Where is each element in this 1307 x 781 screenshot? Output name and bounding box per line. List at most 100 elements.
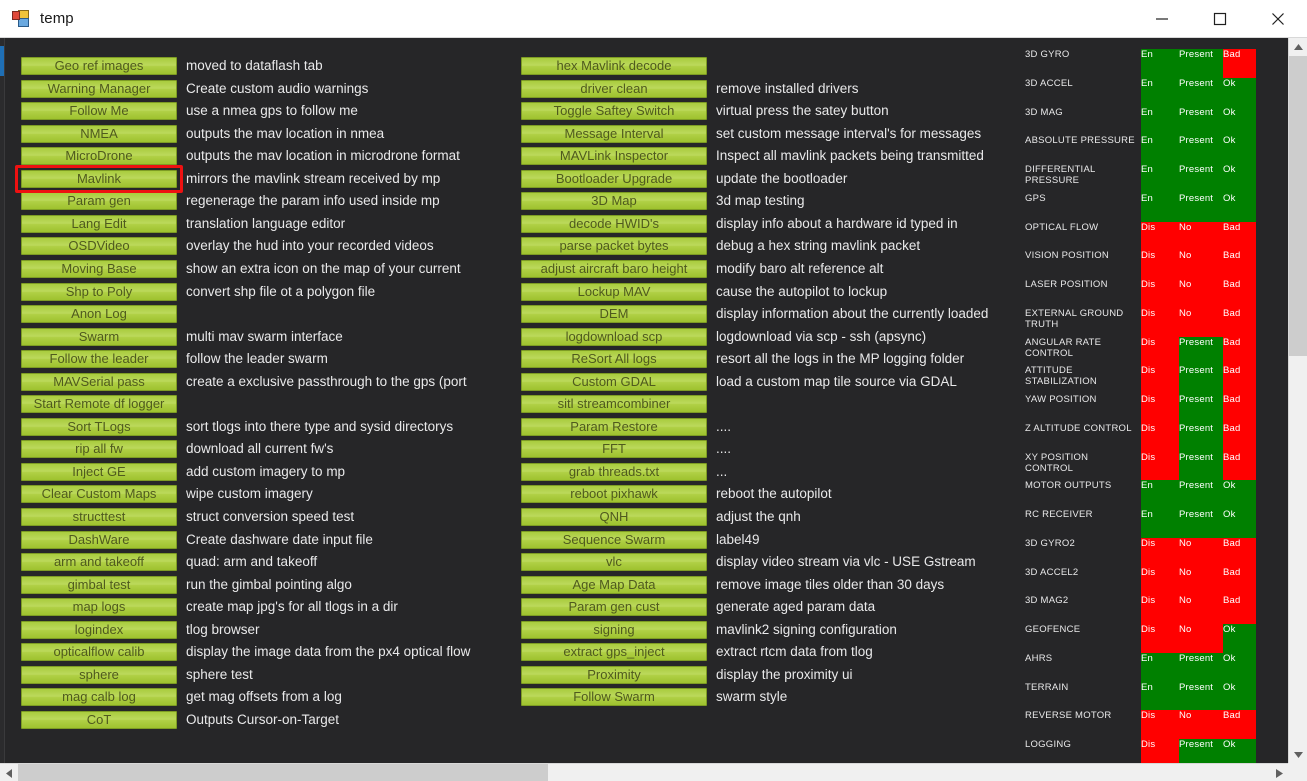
sensor-name: ABSOLUTE PRESSURE — [1025, 135, 1135, 147]
tool-button[interactable]: Shp to Poly — [21, 282, 177, 301]
tool-description: resort all the logs in the MP logging fo… — [716, 351, 965, 367]
tool-button[interactable]: ReSort All logs — [521, 350, 707, 369]
tool-button[interactable]: DEM — [521, 305, 707, 324]
tool-button[interactable]: Lockup MAV — [521, 282, 707, 301]
tool-button[interactable]: extract gps_inject — [521, 643, 707, 662]
tool-button[interactable]: Param Restore — [521, 417, 707, 436]
tool-button[interactable]: gimbal test — [21, 575, 177, 594]
tool-button[interactable]: Geo ref images — [21, 57, 177, 75]
maximize-button[interactable] — [1191, 0, 1249, 37]
tool-button[interactable]: arm and takeoff — [21, 553, 177, 572]
tool-button[interactable]: opticalflow calib — [21, 643, 177, 662]
tool-button[interactable]: DashWare — [21, 530, 177, 549]
tool-button[interactable]: MAVLink Inspector — [521, 147, 707, 166]
vertical-scroll-thumb[interactable] — [1289, 56, 1307, 356]
sensor-enabled-cell: Dis — [1141, 451, 1179, 481]
tool-button[interactable]: structtest — [21, 508, 177, 526]
tool-button[interactable]: Follow the leader — [21, 350, 177, 369]
sensor-present-cell: No — [1179, 710, 1223, 740]
tool-button[interactable]: driver clean — [521, 79, 707, 98]
tool-button[interactable]: Param gen — [21, 192, 177, 211]
tool-button[interactable]: reboot pixhawk — [521, 485, 707, 504]
tool-button[interactable]: Message Interval — [521, 124, 707, 143]
minimize-button[interactable] — [1133, 0, 1191, 37]
tool-button[interactable]: sphere — [21, 665, 177, 684]
sensor-health-cell: Ok — [1223, 164, 1256, 193]
tool-button[interactable]: hex Mavlink decode — [521, 57, 707, 75]
tool-button[interactable]: 3D Map — [521, 192, 707, 211]
sensor-present-cell: No — [1179, 250, 1223, 280]
sensor-enabled-cell: Dis — [1141, 307, 1179, 337]
tool-button[interactable]: parse packet bytes — [521, 237, 707, 256]
tool-button[interactable]: Swarm — [21, 327, 177, 346]
tool-button[interactable]: mag calb log — [21, 688, 177, 707]
tool-button[interactable]: Proximity — [521, 665, 707, 684]
tool-description: .... — [716, 418, 732, 434]
vertical-scrollbar[interactable] — [1288, 38, 1307, 781]
tool-button[interactable]: Sequence Swarm — [521, 530, 707, 549]
tool-description: Inspect all mavlink packets being transm… — [716, 148, 984, 164]
scroll-down-button[interactable] — [1289, 746, 1307, 764]
application-window: temp Geo ref images Warning Manager Follow… — [0, 0, 1307, 781]
sensor-health-cell: Ok — [1223, 192, 1256, 222]
vertical-scroll-track[interactable] — [1289, 356, 1307, 764]
horizontal-scroll-thumb[interactable] — [18, 764, 548, 781]
tool-button[interactable]: decode HWID's — [521, 214, 707, 233]
tool-description: get mag offsets from a log — [186, 689, 342, 705]
scroll-up-button[interactable] — [1289, 38, 1307, 56]
tool-button[interactable]: Param gen cust — [521, 598, 707, 617]
tool-button[interactable]: CoT — [21, 710, 177, 729]
tool-button[interactable]: Inject GE — [21, 462, 177, 481]
tool-button[interactable]: sitl streamcombiner — [521, 395, 707, 414]
close-button[interactable] — [1249, 0, 1307, 37]
tool-button[interactable]: rip all fw — [21, 440, 177, 459]
tool-button[interactable]: Toggle Saftey Switch — [521, 102, 707, 121]
sensor-name: 3D MAG — [1025, 106, 1063, 118]
sensor-present-cell: No — [1179, 221, 1223, 251]
tool-button[interactable]: MAVSerial pass — [21, 372, 177, 391]
tool-description: create map jpg's for all tlogs in a dir — [186, 599, 398, 615]
tool-button[interactable]: QNH — [521, 508, 707, 526]
horizontal-scrollbar[interactable] — [0, 763, 1288, 781]
sensor-present-cell: Present — [1179, 422, 1223, 452]
sensor-status-row: ATTITUDE STABILIZATION Dis Present Bad — [1020, 365, 1287, 395]
tool-button[interactable]: Clear Custom Maps — [21, 485, 177, 504]
sensor-present-cell: Present — [1179, 681, 1223, 711]
scroll-left-button[interactable] — [0, 764, 18, 781]
tool-button[interactable]: MicroDrone — [21, 147, 177, 166]
tool-button[interactable]: logdownload scp — [521, 327, 707, 346]
tool-button[interactable]: Anon Log — [21, 305, 177, 324]
chevron-left-icon — [5, 768, 12, 778]
tool-button[interactable]: Age Map Data — [521, 575, 707, 594]
sensor-health-cell: Ok — [1223, 480, 1256, 510]
tool-button[interactable]: Follow Me — [21, 102, 177, 121]
sensor-status-row: RC RECEIVER En Present Ok — [1020, 509, 1287, 538]
tool-button[interactable]: adjust aircraft baro height — [521, 259, 707, 278]
tool-button[interactable]: map logs — [21, 598, 177, 617]
tool-button[interactable]: NMEA — [21, 124, 177, 143]
tool-description: translation language editor — [186, 215, 346, 231]
tool-button[interactable]: Moving Base — [21, 259, 177, 278]
tool-button[interactable]: Sort TLogs — [21, 417, 177, 436]
tool-button[interactable]: Lang Edit — [21, 214, 177, 233]
tool-button[interactable]: grab threads.txt — [521, 462, 707, 481]
tool-button[interactable]: Follow Swarm — [521, 688, 707, 707]
chevron-up-icon — [1294, 43, 1303, 50]
tool-button[interactable]: FFT — [521, 440, 707, 459]
tool-button[interactable]: vlc — [521, 553, 707, 572]
tool-description: wipe custom imagery — [186, 486, 313, 502]
sensor-status-row: GEOFENCE Dis No Ok — [1020, 624, 1287, 653]
sensor-enabled-cell: En — [1141, 480, 1179, 510]
sensor-health-cell: Bad — [1223, 451, 1256, 481]
tool-button[interactable]: logindex — [21, 620, 177, 639]
tool-button[interactable]: OSDVideo — [21, 237, 177, 256]
tool-description: mirrors the mavlink stream received by m… — [186, 170, 441, 186]
tool-button[interactable]: Bootloader Upgrade — [521, 169, 707, 188]
tool-button[interactable]: Mavlink — [21, 169, 177, 188]
sensor-name: LOGGING — [1025, 739, 1072, 750]
tool-button[interactable]: signing — [521, 620, 707, 639]
scroll-right-button[interactable] — [1270, 764, 1288, 781]
tool-button[interactable]: Start Remote df logger — [21, 395, 177, 414]
tool-button[interactable]: Custom GDAL — [521, 372, 707, 391]
tool-button[interactable]: Warning Manager — [21, 79, 177, 98]
